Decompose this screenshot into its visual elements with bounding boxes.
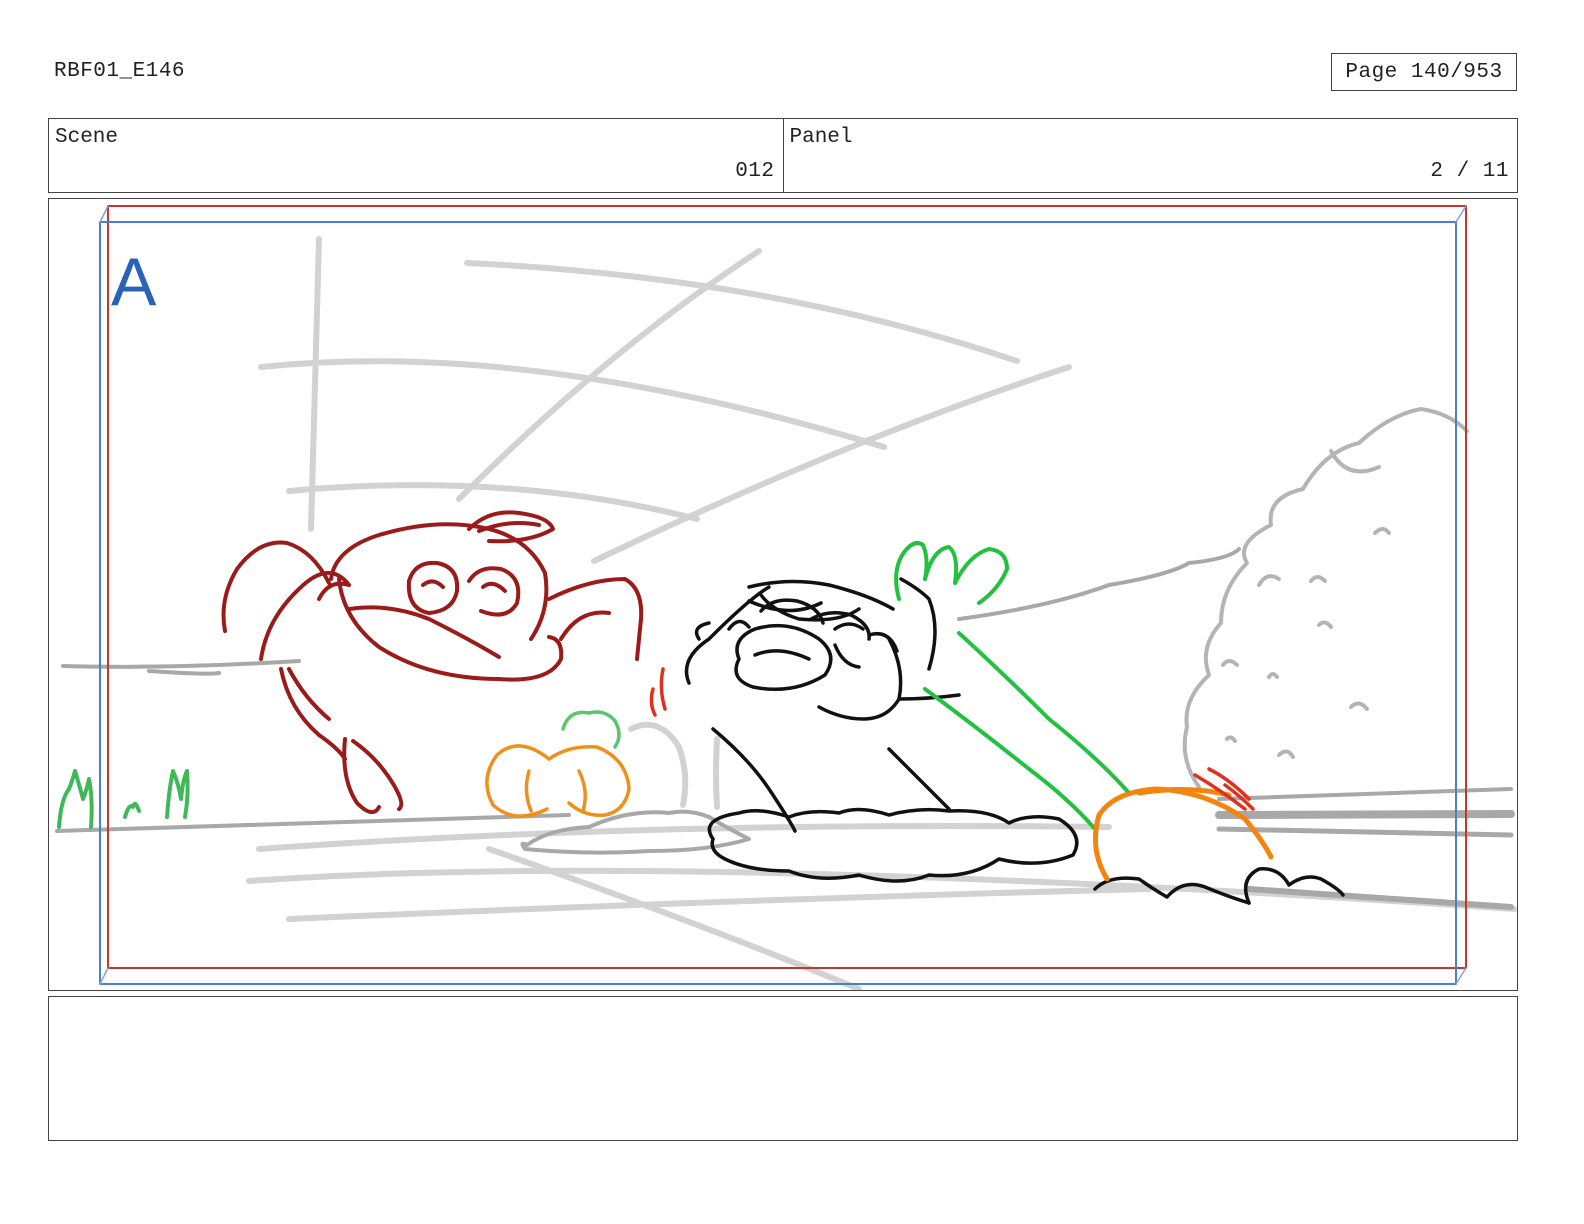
scene-panel-info-row: Scene 012 Panel 2 / 11 <box>48 118 1518 193</box>
scene-label: Scene <box>55 126 119 149</box>
safe-area-frame <box>107 205 1467 969</box>
panel-number: 2 / 11 <box>1430 160 1509 183</box>
scene-number: 012 <box>735 160 775 183</box>
rough-construction-lines <box>246 236 1517 990</box>
panel-letter: A <box>111 244 157 320</box>
ground-lines <box>55 547 1515 910</box>
scene-cell: Scene 012 <box>49 119 783 192</box>
panel-cell: Panel 2 / 11 <box>782 119 1518 192</box>
page-number: Page 140/953 <box>1345 60 1503 84</box>
main-character <box>684 577 1345 905</box>
document-id: RBF01_E146 <box>54 60 186 83</box>
panel-notes-box <box>48 996 1518 1141</box>
page-number-box: Page 140/953 <box>1331 53 1517 91</box>
bush <box>1182 407 1469 789</box>
grass-tufts <box>57 769 190 829</box>
pumpkin <box>485 710 631 818</box>
carrot-leaves <box>894 541 1131 831</box>
panel-sketch: A <box>55 205 1517 990</box>
storyboard-panel: A <box>48 198 1518 991</box>
panel-label: Panel <box>789 126 853 149</box>
